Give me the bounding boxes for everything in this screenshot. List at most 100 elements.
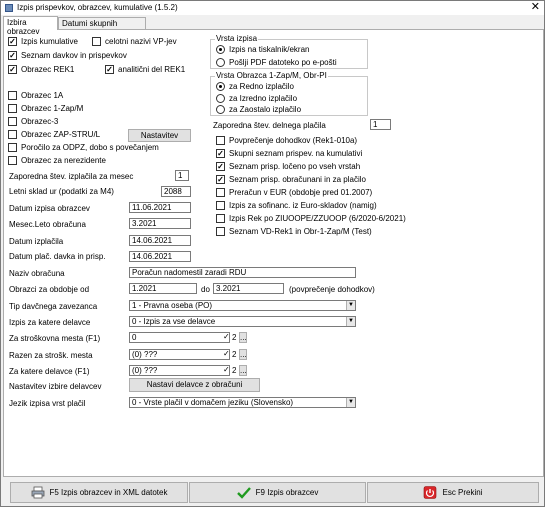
label-preracun-eur: Preračun v EUR (obdobje pred 01.2007) [229,188,373,197]
label-razen-strosk: Razen za strošk. mesta [9,351,93,360]
strosk-mesta-input[interactable]: 0 [129,332,230,343]
checkbox-obrazec-1-zap-m[interactable] [8,104,17,113]
jezik-value: 0 - Vrste plačil v domačem jeziku (Slove… [132,398,294,407]
label-izpis-delavce: Izpis za katere delavce [9,318,91,327]
print-button[interactable]: F9 Izpis obrazcev [189,482,366,503]
checkbox-obrazec-1a[interactable] [8,91,17,100]
checkbox-seznam-obracunani[interactable]: ✓ [216,175,225,184]
katere-delavce-more-button[interactable]: ... [239,365,247,376]
katere-delavce-input[interactable]: (0) ??? [129,365,230,376]
mesec-leto-input[interactable]: 3.2021 [129,218,191,229]
datum-izplacila-input[interactable]: 14.06.2021 [129,235,191,246]
label-jezik: Jezik izpisa vrst plačil [9,399,86,408]
label-datum-izpisa: Datum izpisa obrazcev [9,204,90,213]
nastavitev-button[interactable]: Nastavitev [128,129,191,142]
radio-poslji-pdf[interactable] [216,58,225,67]
label-mesec-leto: Mesec.Leto obračuna [9,220,86,229]
razen-strosk-count: 2 [232,350,237,359]
checkbox-povprecenje[interactable] [216,136,225,145]
jezik-select[interactable]: 0 - Vrste plačil v domačem jeziku (Slove… [129,397,356,408]
naziv-obracuna-input[interactable]: Poračun nadomestil zaradi RDU [129,267,356,278]
label-analiticni-del: analitični del REK1 [118,65,186,74]
tab-izbira-obrazcev[interactable]: Izbira obrazcev [3,16,58,36]
datum-izpisa-input[interactable]: 11.06.2021 [129,202,191,213]
checkbox-obrazec-rek1[interactable]: ✓ [8,65,17,74]
radio-izredno[interactable] [216,94,225,103]
label-obrazec-3: Obrazec-3 [21,117,59,126]
vrsta-izpisa-legend: Vrsta izpisa [215,34,259,43]
datum-placila-davka-input[interactable]: 14.06.2021 [129,251,191,262]
razen-strosk-more-button[interactable]: ... [239,349,247,360]
printer-icon [31,486,44,499]
check-icon: ✓ [223,349,230,358]
checkbox-skupni-seznam[interactable]: ✓ [216,149,225,158]
label-redno: za Redno izplačilo [229,82,294,91]
radio-redno[interactable] [216,82,225,91]
check-icon: ✓ [223,365,230,374]
checkbox-celotni-nazivi[interactable] [92,37,101,46]
label-nastavitev-delavcev: Nastavitev izbire delavcev [9,382,102,391]
label-letni-sklad: Letni sklad ur (podatki za M4) [9,187,114,196]
chevron-down-icon[interactable]: ▼ [346,317,355,326]
checkbox-izpis-kumulative[interactable]: ✓ [8,37,17,46]
izpis-delavce-select[interactable]: 0 - Izpis za vse delavce ▼ [129,316,356,327]
xml-export-button[interactable]: F5 Izpis obrazcev in XML datotek [10,482,188,503]
checkbox-sofinanc[interactable] [216,201,225,210]
label-celotni-nazivi: celotni nazivi VP-jev [105,37,177,46]
vrsta-obrazca-legend: Vrsta Obrazca 1-Zap/M, Obr-PI [215,71,328,80]
label-katere-delavce: Za katere delavce (F1) [9,367,90,376]
cancel-button[interactable]: Esc Prekini [367,482,539,503]
label-strosk-mesta: Za stroškovna mesta (F1) [9,334,101,343]
label-povprecenje-note: (povprečenje dohodkov) [289,285,375,294]
radio-zaostalo[interactable] [216,105,225,114]
zaporedna-delnega-input[interactable]: 1 [370,119,391,130]
checkbox-analiticni-del[interactable]: ✓ [105,65,114,74]
label-zaporedna-delnega: Zaporedna štev. delnega plačila [213,121,326,130]
label-obrazec-rek1: Obrazec REK1 [21,65,75,74]
nastavi-delavce-button[interactable]: Nastavi delavce z obračuni [129,378,260,392]
radio-izpis-tiskalnik[interactable] [216,45,225,54]
label-porocilo-odpz: Poročilo za ODPZ, dobo s povečanjem [21,143,159,152]
izpis-delavce-value: 0 - Izpis za vse delavce [132,317,216,326]
label-seznam-loceno: Seznam prisp. ločeno po vseh vrstah [229,162,361,171]
label-datum-izplacila: Datum izplačila [9,237,64,246]
checkbox-seznam-loceno[interactable]: ✓ [216,162,225,171]
label-obdobje: Obrazci za obdobje od [9,285,90,294]
label-obrazec-zap-stru: Obrazec ZAP-STRU/L [21,130,101,139]
obdobje-do-input[interactable]: 3.2021 [213,283,284,294]
tab-panel: ✓ Izpis kumulative celotni nazivi VP-jev… [3,29,544,477]
label-skupni-seznam: Skupni seznam prispev. na kumulativi [229,149,363,158]
checkbox-nerezidente[interactable] [8,156,17,165]
main-window: Izpis prispevkov, obrazcev, kumulative (… [0,0,545,507]
label-poslji-pdf: Pošlji PDF datoteko po e-pošti [229,58,337,67]
obdobje-od-input[interactable]: 1.2021 [129,283,197,294]
checkbox-obrazec-zap-stru[interactable] [8,130,17,139]
label-izpis-tiskalnik: Izpis na tiskalnik/ekran [229,45,310,54]
checkbox-seznam-davkov[interactable]: ✓ [8,51,17,60]
checkbox-obrazec-3[interactable] [8,117,17,126]
tip-zavezanca-select[interactable]: 1 - Pravna oseba (PO) ▼ [129,300,356,311]
label-seznam-obracunani: Seznam prisp. obračunani in za plačilo [229,175,366,184]
window-title: Izpis prispevkov, obrazcev, kumulative (… [17,3,178,12]
checkbox-preracun-eur[interactable] [216,188,225,197]
chevron-down-icon[interactable]: ▼ [346,301,355,310]
zaporedna-mesec-input[interactable]: 1 [175,170,189,181]
label-datum-placila-davka: Datum plač. davka in prisp. [9,252,106,261]
strosk-mesta-more-button[interactable]: ... [239,332,247,343]
checkbox-seznam-vd-rek1[interactable] [216,227,225,236]
label-sofinanc: Izpis za sofinanc. iz Euro-skladov (nami… [229,201,377,210]
letni-sklad-input[interactable]: 2088 [161,186,191,197]
close-icon[interactable]: ✕ [531,1,540,14]
label-naziv-obracuna: Naziv obračuna [9,269,65,278]
chevron-down-icon[interactable]: ▼ [346,398,355,407]
bottom-button-bar: F5 Izpis obrazcev in XML datotek F9 Izpi… [1,479,544,506]
label-izredno: za Izredno izplačilo [229,94,298,103]
label-do: do [201,285,210,294]
label-seznam-davkov: Seznam davkov in prispevkov [21,51,127,60]
label-nerezidente: Obrazec za nerezidente [21,156,106,165]
razen-strosk-input[interactable]: (0) ??? [129,349,230,360]
checkbox-ziuoope[interactable] [216,214,225,223]
checkbox-porocilo-odpz[interactable] [8,143,17,152]
title-bar: Izpis prispevkov, obrazcev, kumulative (… [1,1,544,15]
tip-zavezanca-value: 1 - Pravna oseba (PO) [132,301,213,310]
